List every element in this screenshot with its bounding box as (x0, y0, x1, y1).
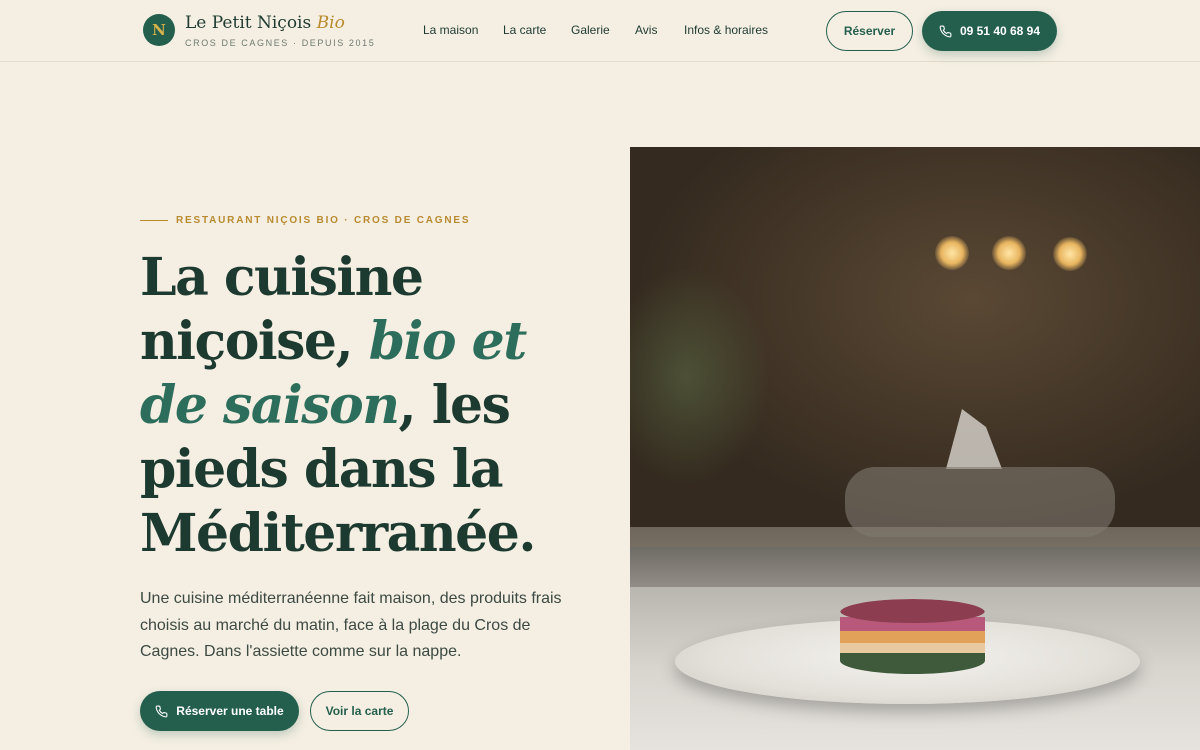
photo-light (935, 236, 969, 270)
eyebrow-text: RESTAURANT NIÇOIS BIO · CROS DE CAGNES (176, 215, 471, 226)
phone-number: 09 51 40 68 94 (959, 24, 1041, 38)
nav-galerie[interactable]: Galerie (571, 23, 610, 37)
reserve-button[interactable]: Réserver (826, 11, 913, 51)
hero-lede: Une cuisine méditerranéenne fait maison,… (140, 590, 562, 660)
photo-plant (630, 267, 770, 487)
logo-badge[interactable]: N (143, 14, 175, 46)
nav-avis[interactable]: Avis (635, 23, 657, 37)
hero-headline: La cuisine niçoise, bio et de saison, le… (140, 246, 600, 566)
brand-tagline: CROS DE CAGNES · DEPUIS 2015 (185, 38, 376, 48)
hero-dish-photo (630, 147, 1200, 750)
phone-icon (939, 25, 952, 37)
photo-layered-dish (840, 599, 985, 674)
view-menu-button[interactable]: Voir la carte (310, 691, 409, 731)
phone-button[interactable]: 09 51 40 68 94 (922, 11, 1057, 51)
brand-name[interactable]: Le Petit Niçois Bio (185, 13, 345, 33)
reserve-table-label: Réserver une table (176, 704, 284, 718)
nav-la-carte[interactable]: La carte (503, 23, 546, 37)
brand-name-accent: Bio (316, 13, 345, 33)
nav-la-maison[interactable]: La maison (423, 23, 478, 37)
photo-table-edge (630, 547, 1200, 592)
photo-light (1053, 237, 1087, 271)
brand-name-main: Le Petit Niçois (185, 13, 312, 33)
phone-icon (155, 705, 168, 717)
hero-eyebrow: RESTAURANT NIÇOIS BIO · CROS DE CAGNES (140, 215, 470, 226)
site-header: N Le Petit Niçois Bio CROS DE CAGNES · D… (0, 0, 1200, 62)
eyebrow-line (140, 220, 168, 221)
reserve-table-button[interactable]: Réserver une table (140, 691, 299, 731)
nav-infos-horaires[interactable]: Infos & horaires (684, 23, 768, 37)
photo-tablecloth (845, 467, 1115, 537)
photo-light (992, 236, 1026, 270)
